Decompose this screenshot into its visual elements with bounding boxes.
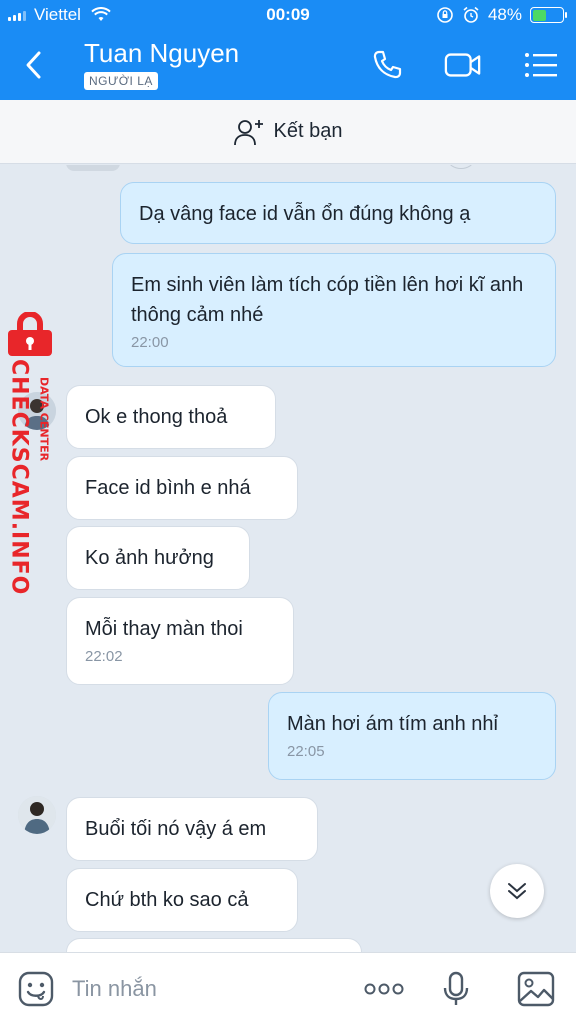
battery-icon <box>530 7 567 23</box>
message-bubble[interactable]: Chứ bth ko sao cả <box>66 868 298 932</box>
message-time: 22:02 <box>85 648 123 665</box>
more-dots-icon <box>364 983 404 995</box>
microphone-icon <box>443 971 469 1005</box>
message-text: Ok e thong thoả <box>85 406 228 428</box>
message-text: Mỗi thay màn thoi <box>85 618 243 640</box>
alarm-icon <box>463 6 479 23</box>
rotation-lock-icon <box>437 7 453 23</box>
sticker-button[interactable] <box>16 969 56 1009</box>
sticker-icon <box>18 971 54 1007</box>
previous-message-fragment <box>448 165 474 169</box>
message-text: Dạ vâng face id vẫn ổn đúng không ạ <box>139 203 471 225</box>
message-bubble[interactable]: Ok e thong thoả <box>66 385 276 449</box>
contact-name[interactable]: Tuan Nguyen <box>84 38 239 69</box>
message-bubble[interactable] <box>66 938 362 952</box>
message-bubble[interactable]: Màn hơi ám tím anh nhỉ 22:05 <box>268 692 556 780</box>
message-time: 22:00 <box>131 334 169 351</box>
message-input[interactable] <box>72 971 332 1007</box>
watermark-brand: CHECKSCAM.INFO <box>6 358 32 596</box>
image-icon <box>517 971 555 1007</box>
status-right: 48% <box>436 5 567 25</box>
message-text: Face id bình e nhá <box>85 477 251 499</box>
chat-header: Tuan Nguyen NGƯỜI LẠ <box>0 30 576 100</box>
more-button[interactable] <box>362 969 406 1009</box>
back-icon <box>26 51 41 79</box>
message-list[interactable]: Dạ vâng face id vẫn ổn đúng không ạ Em s… <box>0 165 576 952</box>
add-user-icon <box>233 119 263 145</box>
avatar[interactable] <box>18 796 56 834</box>
previous-message-fragment <box>66 165 120 171</box>
message-text: Ko ảnh hưởng <box>85 547 214 569</box>
message-composer <box>0 952 576 1024</box>
message-bubble[interactable]: Em sinh viên làm tích cóp tiền lên hơi k… <box>112 253 556 367</box>
message-bubble[interactable]: Buổi tối nó vậy á em <box>66 797 318 861</box>
message-text: Màn hơi ám tím anh nhỉ <box>287 713 498 735</box>
double-chevron-down-icon <box>508 883 526 900</box>
image-button[interactable] <box>516 969 556 1009</box>
message-bubble[interactable]: Mỗi thay màn thoi 22:02 <box>66 597 294 685</box>
battery-percent: 48% <box>487 5 522 24</box>
watermark: CHECKSCAM.INFO DATA CENTER <box>4 312 64 596</box>
message-bubble[interactable]: Ko ảnh hưởng <box>66 526 250 590</box>
menu-button[interactable] <box>522 46 560 84</box>
message-bubble[interactable]: Face id bình e nhá <box>66 456 298 520</box>
message-text: Buổi tối nó vậy á em <box>85 818 267 840</box>
scroll-to-bottom-button[interactable] <box>490 864 544 918</box>
call-button[interactable] <box>368 46 406 84</box>
status-bar: Viettel 00:09 48% <box>0 0 576 30</box>
watermark-sub: DATA CENTER <box>37 376 51 462</box>
message-text: Em sinh viên làm tích cóp tiền lên hơi k… <box>131 274 524 326</box>
phone-icon <box>373 50 402 79</box>
stranger-badge: NGƯỜI LẠ <box>84 72 158 90</box>
message-time: 22:05 <box>287 743 325 760</box>
contact-avatar-image <box>18 796 56 834</box>
message-bubble[interactable]: Dạ vâng face id vẫn ổn đúng không ạ <box>120 182 556 244</box>
add-friend-button[interactable]: Kết bạn <box>0 100 576 164</box>
padlock-icon <box>8 312 52 356</box>
message-text: Chứ bth ko sao cả <box>85 889 249 911</box>
back-button[interactable] <box>18 48 48 82</box>
voice-button[interactable] <box>436 969 476 1009</box>
menu-icon <box>525 53 557 77</box>
video-call-icon <box>444 53 481 77</box>
add-friend-label: Kết bạn <box>273 120 343 142</box>
video-call-button[interactable] <box>444 46 482 84</box>
